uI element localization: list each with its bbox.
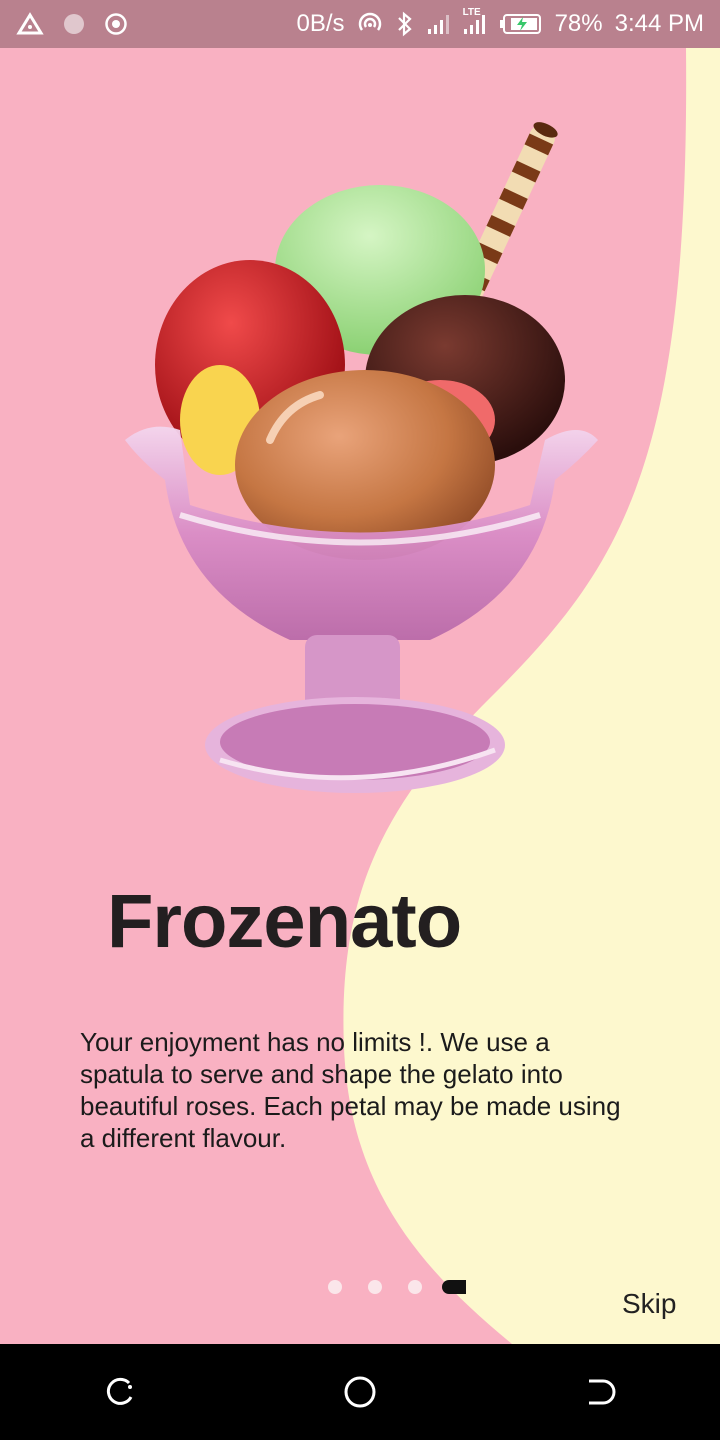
battery-charging-icon	[499, 13, 543, 35]
status-bar: 0B/s LTE 78% 3:44 PM	[0, 0, 720, 48]
bluetooth-icon	[395, 11, 415, 37]
onboarding-description: Your enjoyment has no limits !. We use a…	[80, 1027, 621, 1153]
page-dot-4-active[interactable]	[442, 1280, 466, 1294]
back-icon	[583, 1375, 617, 1409]
back-button[interactable]	[560, 1352, 640, 1432]
onboarding-screen[interactable]: Frozenato Your enjoyment has no limits !…	[0, 48, 720, 1344]
lte-signal-icon: LTE	[463, 7, 487, 35]
network-speed: 0B/s	[296, 10, 345, 37]
page-indicator	[328, 1280, 466, 1294]
lte-label: LTE	[462, 7, 481, 18]
recent-apps-icon	[103, 1375, 137, 1409]
battery-level: 78%	[554, 10, 603, 37]
page-dot-3[interactable]	[408, 1280, 422, 1294]
recent-apps-button[interactable]	[80, 1352, 160, 1432]
ice-cream-sundae-illustration	[125, 122, 598, 793]
blurred-dot-icon	[62, 12, 86, 36]
navigation-bar	[0, 1344, 720, 1440]
home-icon	[343, 1375, 377, 1409]
home-button[interactable]	[320, 1352, 400, 1432]
delta-icon	[16, 12, 44, 36]
target-circle-icon	[104, 12, 128, 36]
hotspot-icon	[357, 11, 383, 37]
signal-icon	[427, 13, 451, 35]
clock: 3:44 PM	[614, 10, 704, 37]
skip-button[interactable]: Skip	[622, 1288, 676, 1320]
page-dot-1[interactable]	[328, 1280, 342, 1294]
page-dot-2[interactable]	[368, 1280, 382, 1294]
app-title: Frozenato	[107, 879, 462, 964]
